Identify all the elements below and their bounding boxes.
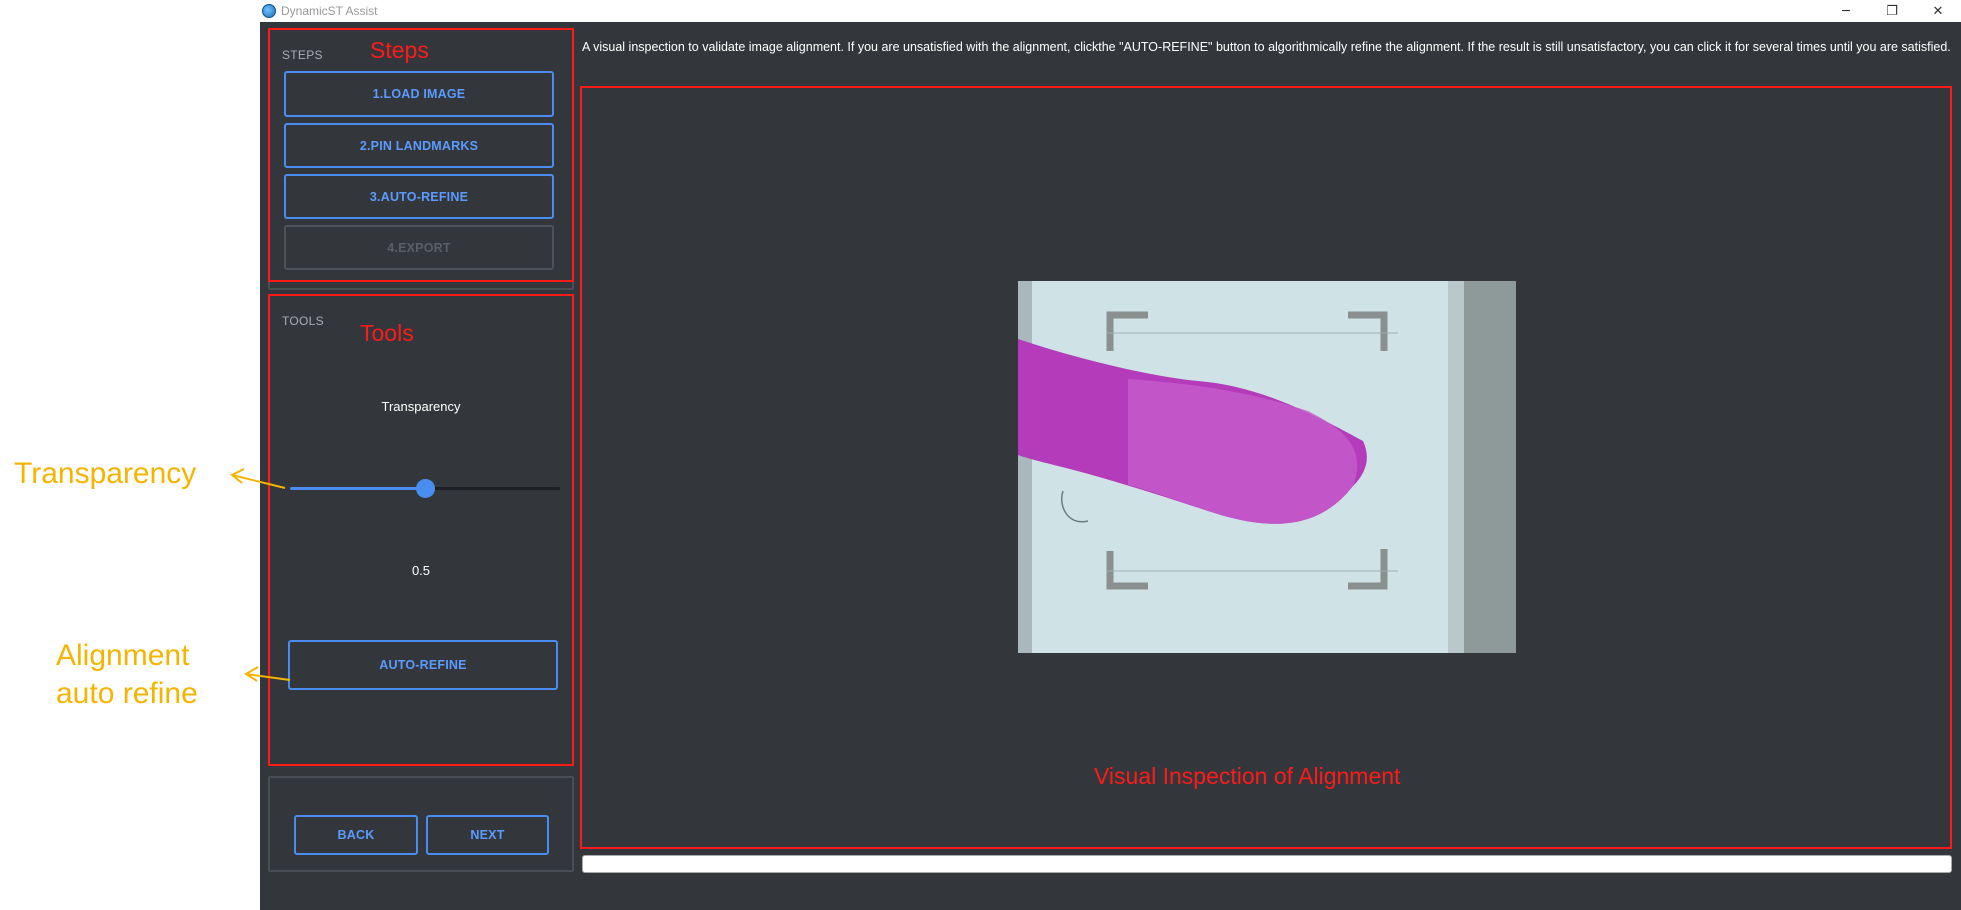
pin-landmarks-button[interactable]: 2.PIN LANDMARKS bbox=[284, 123, 554, 168]
auto-refine-step-button[interactable]: 3.AUTO-REFINE bbox=[284, 174, 554, 219]
callout-transparency: Transparency bbox=[14, 457, 197, 490]
window-title: DynamicST Assist bbox=[281, 4, 378, 18]
callout-auto-refine-line1: Alignment bbox=[56, 639, 190, 672]
tissue-overlay-graphic bbox=[1018, 281, 1516, 653]
progress-bar bbox=[582, 855, 1952, 873]
steps-overlay-label: Steps bbox=[370, 37, 429, 63]
instructions-text: A visual inspection to validate image al… bbox=[582, 40, 1951, 54]
auto-refine-button[interactable]: AUTO-REFINE bbox=[288, 640, 558, 690]
transparency-value: 0.5 bbox=[411, 563, 431, 578]
transparency-slider[interactable] bbox=[290, 479, 560, 498]
screenshot-root: Transparency Alignment auto refine Dynam… bbox=[0, 0, 1961, 910]
alignment-image[interactable] bbox=[1018, 281, 1516, 653]
window-controls: ─ ❐ ✕ bbox=[1823, 0, 1961, 22]
restore-icon[interactable]: ❐ bbox=[1869, 0, 1915, 22]
title-bar: DynamicST Assist ─ ❐ ✕ bbox=[260, 0, 1961, 22]
export-button[interactable]: 4.EXPORT bbox=[284, 225, 554, 270]
steps-panel: STEPS 1.LOAD IMAGE 2.PIN LANDMARKS 3.AUT… bbox=[268, 28, 574, 290]
app-window: DynamicST Assist ─ ❐ ✕ STEPS 1.LOAD IMAG… bbox=[260, 0, 1961, 910]
callout-auto-refine: Alignment auto refine bbox=[56, 637, 198, 713]
load-image-button[interactable]: 1.LOAD IMAGE bbox=[284, 71, 554, 117]
slider-thumb[interactable] bbox=[416, 479, 435, 498]
tools-caption: TOOLS bbox=[282, 314, 324, 328]
next-button[interactable]: NEXT bbox=[426, 815, 549, 855]
viewer-overlay-label: Visual Inspection of Alignment bbox=[1094, 763, 1401, 789]
minimize-icon[interactable]: ─ bbox=[1823, 0, 1869, 22]
tools-panel: TOOLS bbox=[268, 294, 574, 766]
close-icon[interactable]: ✕ bbox=[1915, 0, 1961, 22]
steps-caption: STEPS bbox=[282, 48, 323, 62]
app-logo-icon bbox=[262, 4, 276, 18]
callout-auto-refine-line2: auto refine bbox=[56, 677, 198, 710]
back-button[interactable]: BACK bbox=[294, 815, 418, 855]
tools-overlay-label: Tools bbox=[360, 320, 414, 346]
slider-fill bbox=[290, 487, 425, 490]
transparency-label: Transparency bbox=[381, 399, 461, 414]
